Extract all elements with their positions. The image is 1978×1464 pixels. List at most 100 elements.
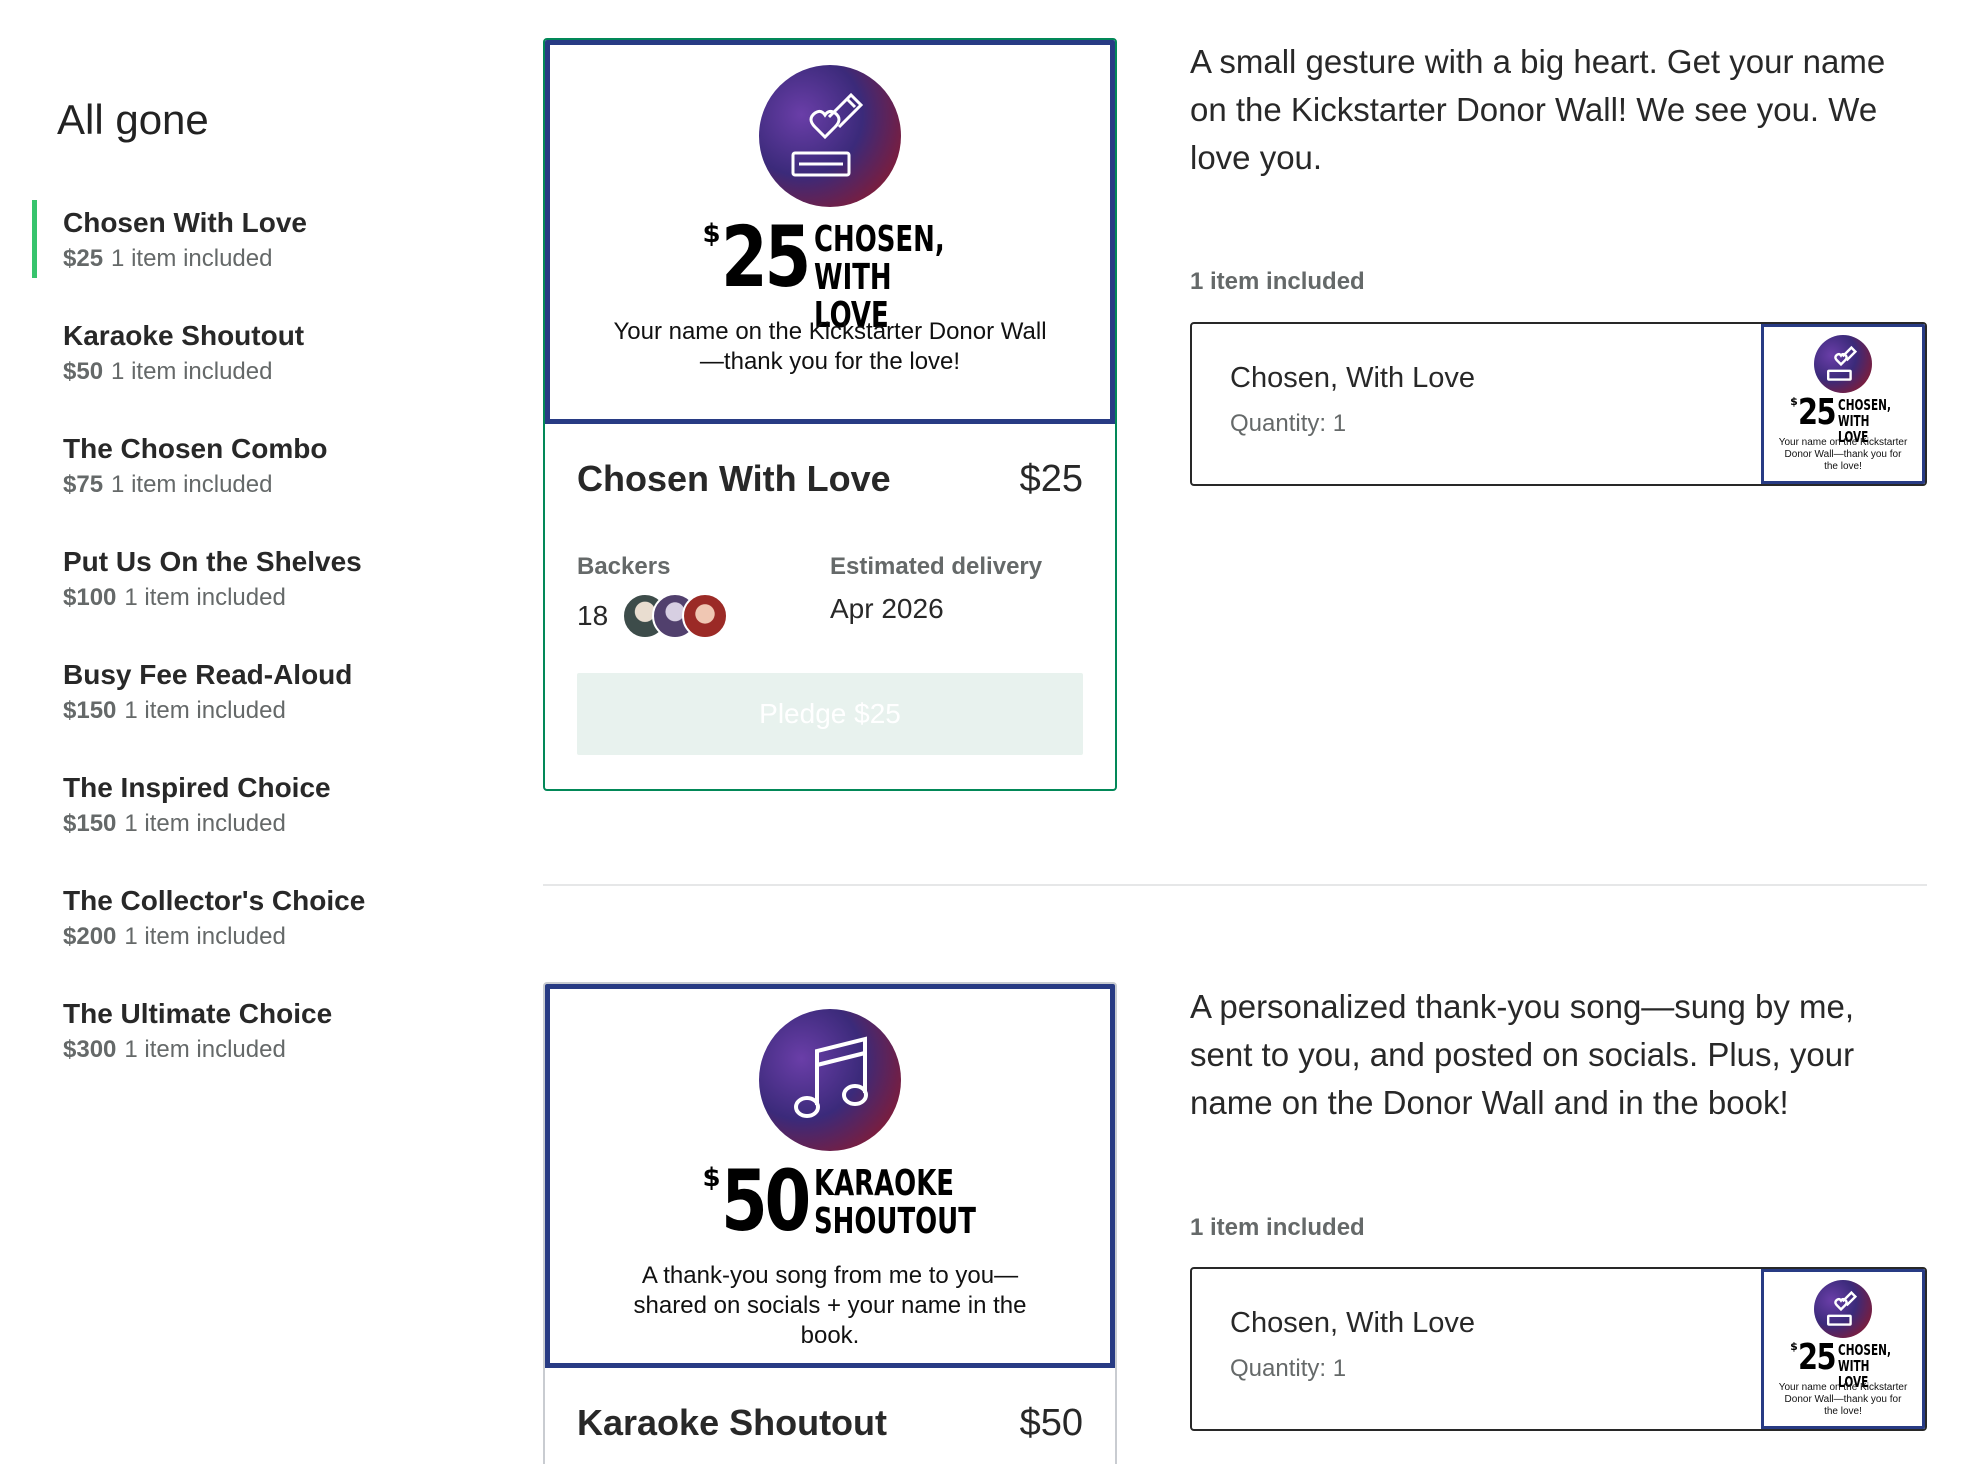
reward-price: $25 [1019, 458, 1083, 500]
reward-card-chosen-with-love: $ 25 CHOSEN, WITH LOVE Your name on the K… [543, 38, 1117, 791]
included-item-quantity: Quantity: 1 [1230, 410, 1347, 437]
included-item-name: Chosen, With Love [1230, 1307, 1476, 1339]
reward-sidebar: All gone Chosen With Love $25 1 item incl… [0, 0, 500, 1464]
sidebar-item-meta: $150 1 item included [63, 809, 472, 839]
reward-image-caption: Your name on the Kickstarter Donor Wall—… [613, 318, 1047, 375]
avatar [682, 593, 729, 639]
sidebar-item-count: 1 item included [124, 810, 286, 837]
reward-nav-list: Chosen With Love $25 1 item included Kara… [32, 200, 472, 1104]
thumbnail-dollar-sign: $ [1790, 1340, 1798, 1353]
reward-title-row: Karaoke Shoutout $50 [577, 1402, 1083, 1445]
thumbnail-amount: 25 [1797, 1337, 1836, 1378]
sidebar-item-count: 1 item included [124, 923, 286, 950]
sidebar-item-title: Chosen With Love [63, 207, 307, 238]
sidebar-item-collectors-choice[interactable]: The Collector's Choice $200 1 item includ… [32, 878, 472, 991]
sidebar-item-title: The Inspired Choice [63, 772, 331, 803]
backers-value: 18 [577, 593, 830, 639]
sidebar-item-price: $150 [63, 810, 117, 837]
delivery-value: Apr 2026 [830, 593, 944, 624]
sidebar-item-put-us-on-shelves[interactable]: Put Us On the Shelves $100 1 item include… [32, 539, 472, 652]
reward-dollar-sign: $ [702, 219, 721, 249]
reward-card-karaoke-shoutout: $ 50 KARAOKE SHOUTOUT A thank-you song fr… [543, 982, 1117, 1464]
sidebar-item-inspired-choice[interactable]: The Inspired Choice $150 1 item included [32, 765, 472, 878]
sidebar-item-busy-fee-read-aloud[interactable]: Busy Fee Read-Aloud $150 1 item included [32, 652, 472, 765]
reward-image: $ 50 KARAOKE SHOUTOUT A thank-you song fr… [545, 984, 1115, 1368]
thumbnail-caption: Your name on the Kickstarter Donor Wall—… [1778, 1382, 1908, 1417]
sidebar-item-ultimate-choice[interactable]: The Ultimate Choice $300 1 item included [32, 991, 472, 1104]
reward-title: Chosen With Love [577, 458, 891, 499]
reward-name-line1: KARAOKE [813, 1163, 954, 1204]
sidebar-item-karaoke-shoutout[interactable]: Karaoke Shoutout $50 1 item included [32, 313, 472, 426]
sidebar-item-title: The Chosen Combo [63, 433, 328, 464]
sidebar-item-price: $50 [63, 358, 104, 385]
sidebar-item-title: Busy Fee Read-Aloud [63, 659, 353, 690]
included-item-name: Chosen, With Love [1230, 362, 1476, 394]
reward-image: $ 25 CHOSEN, WITH LOVE Your name on the K… [545, 40, 1115, 424]
sidebar-item-price: $25 [63, 245, 104, 272]
sidebar-item-meta: $75 1 item included [63, 470, 472, 500]
included-item-thumbnail: $ 25 CHOSEN, WITH LOVE Your name on the K… [1761, 1269, 1925, 1429]
reward-headline: $ 50 KARAOKE SHOUTOUT [550, 1159, 1110, 1243]
reward-title: Karaoke Shoutout [577, 1402, 888, 1443]
sidebar-item-price: $75 [63, 471, 104, 498]
heart-in-hand-donation-icon [759, 65, 901, 207]
reward-price: $50 [1019, 1402, 1083, 1444]
sidebar-item-chosen-with-love[interactable]: Chosen With Love $25 1 item included [32, 200, 472, 278]
sidebar-item-title: Karaoke Shoutout [63, 320, 305, 351]
backers-label: Backers [577, 553, 671, 580]
delivery-stat: Estimated delivery Apr 2026 [830, 553, 1083, 639]
sidebar-item-title: The Ultimate Choice [63, 998, 333, 1029]
included-item-quantity: Quantity: 1 [1230, 1355, 1347, 1382]
reward-divider [543, 884, 1927, 886]
heart-in-hand-donation-icon [1814, 1280, 1872, 1338]
reward-name-lines: KARAOKE SHOUTOUT [813, 1163, 976, 1241]
music-note-icon [759, 1009, 901, 1151]
thumbnail-dollar-sign: $ [1790, 395, 1798, 408]
sidebar-item-count: 1 item included [124, 697, 286, 724]
thumbnail-amount: 25 [1797, 392, 1836, 433]
thumbnail-caption: Your name on the Kickstarter Donor Wall—… [1778, 437, 1908, 472]
items-included-label: 1 item included [1190, 1214, 1365, 1241]
backer-avatars [622, 593, 729, 639]
sidebar-item-meta: $50 1 item included [63, 357, 472, 387]
sidebar-heading: All gone [57, 96, 209, 143]
sidebar-item-count: 1 item included [124, 1036, 286, 1063]
sidebar-item-price: $300 [63, 1036, 117, 1063]
reward-dollar-sign: $ [702, 1163, 721, 1193]
reward-description: A personalized thank-you song—sung by me… [1190, 988, 1855, 1121]
sidebar-item-count: 1 item included [111, 358, 273, 385]
reward-title-row: Chosen With Love $25 [577, 458, 1083, 501]
backers-stat: Backers 18 [577, 553, 830, 639]
delivery-label: Estimated delivery [830, 553, 1043, 580]
sidebar-item-title: Put Us On the Shelves [63, 546, 362, 577]
reward-stats: Backers 18 Estimated delivery Apr 2026 [577, 553, 1083, 639]
included-item: Chosen, With Love Quantity: 1 $ 25 CHOSE… [1190, 1267, 1927, 1431]
reward-name-line2: SHOUTOUT [813, 1201, 976, 1242]
sidebar-item-chosen-combo[interactable]: The Chosen Combo $75 1 item included [32, 426, 472, 539]
sidebar-item-meta: $150 1 item included [63, 696, 472, 726]
sidebar-item-count: 1 item included [111, 245, 273, 272]
items-included-label: 1 item included [1190, 268, 1365, 295]
sidebar-item-meta: $200 1 item included [63, 922, 472, 952]
sidebar-item-price: $150 [63, 697, 117, 724]
reward-card-body: Karaoke Shoutout $50 [545, 1368, 1115, 1464]
heart-in-hand-donation-icon [1814, 335, 1872, 393]
reward-image-caption: A thank-you song from me to you—shared o… [633, 1262, 1027, 1349]
sidebar-item-count: 1 item included [124, 584, 286, 611]
reward-name-line1: CHOSEN, [813, 219, 945, 260]
reward-amount: 50 [720, 1152, 811, 1250]
included-item-thumbnail: $ 25 CHOSEN, WITH LOVE Your name on the K… [1761, 324, 1925, 484]
reward-description: A small gesture with a big heart. Get yo… [1190, 43, 1886, 176]
sidebar-item-price: $100 [63, 584, 117, 611]
pledge-button[interactable]: Pledge $25 [577, 673, 1083, 755]
sidebar-item-meta: $300 1 item included [63, 1035, 472, 1065]
reward-card-body: Chosen With Love $25 Backers 18 Estimate… [545, 424, 1115, 789]
included-item: Chosen, With Love Quantity: 1 $ 25 CHOSE… [1190, 322, 1927, 486]
sidebar-item-price: $200 [63, 923, 117, 950]
reward-amount: 25 [720, 208, 811, 306]
sidebar-item-title: The Collector's Choice [63, 885, 366, 916]
sidebar-item-meta: $100 1 item included [63, 583, 472, 613]
sidebar-item-meta: $25 1 item included [63, 244, 472, 274]
backers-count: 18 [577, 600, 609, 631]
sidebar-item-count: 1 item included [111, 471, 273, 498]
